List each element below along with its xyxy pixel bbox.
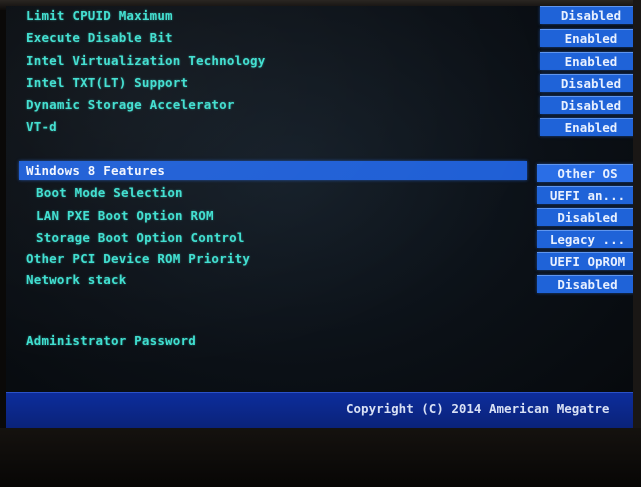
monitor-bezel-bottom [0, 428, 641, 487]
setting-label: Execute Disable Bit [26, 30, 173, 45]
setting-label: Administrator Password [26, 333, 196, 348]
setting-row-intel-virtualization[interactable]: Intel Virtualization Technology Enabled [6, 51, 633, 71]
setting-label: Boot Mode Selection [36, 185, 183, 200]
setting-row-intel-txt[interactable]: Intel TXT(LT) Support Disabled [6, 73, 633, 93]
setting-label: LAN PXE Boot Option ROM [36, 208, 214, 223]
setting-value[interactable]: Disabled [537, 208, 633, 226]
setting-label: Windows 8 Features [26, 163, 166, 178]
setting-label: Intel Virtualization Technology [26, 53, 266, 68]
bios-screen: Limit CPUID Maximum Disabled Execute Dis… [6, 6, 633, 428]
setting-row-storage-boot-option[interactable]: Storage Boot Option Control Legacy ... [6, 228, 633, 248]
monitor-bezel-right [633, 0, 641, 487]
setting-label: VT-d [26, 119, 57, 134]
setting-value[interactable]: Disabled [537, 275, 633, 293]
setting-row-dynamic-storage[interactable]: Dynamic Storage Accelerator Disabled [6, 95, 633, 115]
bios-footer-bar: Copyright (C) 2014 American Megatre [6, 392, 633, 428]
setting-row-boot-mode-selection[interactable]: Boot Mode Selection UEFI an... [6, 183, 633, 204]
setting-label: Limit CPUID Maximum [26, 8, 173, 23]
setting-value[interactable]: Disabled [540, 96, 633, 114]
setting-row-admin-password[interactable]: Administrator Password [6, 331, 633, 351]
setting-label: Network stack [26, 272, 127, 287]
setting-value[interactable]: Other OS [537, 164, 633, 182]
setting-row-windows-8-features[interactable]: Windows 8 Features Other OS [6, 161, 633, 182]
setting-value[interactable]: Enabled [540, 52, 633, 70]
setting-value[interactable]: UEFI an... [537, 186, 633, 204]
setting-row-other-pci-rom[interactable]: Other PCI Device ROM Priority UEFI OpROM [6, 249, 633, 270]
setting-label: Intel TXT(LT) Support [26, 75, 189, 90]
copyright-text: Copyright (C) 2014 American Megatre [346, 401, 610, 416]
setting-row-execute-disable-bit[interactable]: Execute Disable Bit Enabled [6, 28, 633, 48]
setting-row-vt-d[interactable]: VT-d Enabled [6, 117, 633, 137]
setting-value[interactable]: Disabled [540, 6, 633, 24]
setting-row-lan-pxe-boot[interactable]: LAN PXE Boot Option ROM Disabled [6, 206, 633, 226]
setting-label: Storage Boot Option Control [36, 230, 245, 245]
setting-value[interactable]: Legacy ... [537, 230, 633, 248]
setting-value[interactable]: Enabled [540, 29, 633, 47]
setting-value[interactable]: Disabled [540, 74, 633, 92]
setting-label: Other PCI Device ROM Priority [26, 251, 251, 266]
setting-row-network-stack[interactable]: Network stack Disabled [6, 270, 633, 293]
setting-value[interactable]: UEFI OpROM [537, 252, 633, 270]
setting-row-limit-cpuid[interactable]: Limit CPUID Maximum Disabled [6, 6, 633, 26]
setting-value[interactable]: Enabled [540, 118, 633, 136]
setting-label: Dynamic Storage Accelerator [26, 97, 235, 112]
